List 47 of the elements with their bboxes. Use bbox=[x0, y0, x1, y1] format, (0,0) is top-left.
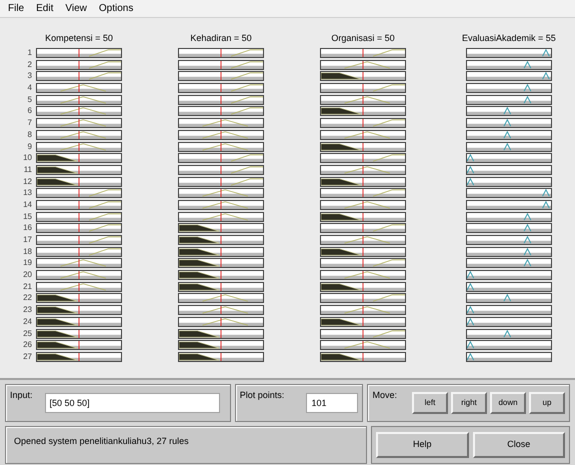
rule-number: 25 bbox=[22, 328, 32, 338]
rule-number: 9 bbox=[26, 142, 32, 152]
variable-title: Kompetensi = 50 bbox=[45, 32, 113, 45]
rule-number: 26 bbox=[22, 340, 32, 350]
rule-number: 16 bbox=[22, 223, 32, 234]
rule-number: 14 bbox=[22, 200, 32, 210]
rule-number: 17 bbox=[22, 235, 32, 245]
move-button[interactable]: down bbox=[490, 392, 526, 414]
rule-number: 2 bbox=[26, 60, 32, 70]
rule-number: 13 bbox=[22, 188, 32, 198]
variable-title: Organisasi = 50 bbox=[331, 32, 395, 45]
variable-title: Kehadiran = 50 bbox=[190, 32, 252, 45]
rule-number: 20 bbox=[22, 270, 32, 280]
dialog-button[interactable]: Close bbox=[472, 432, 565, 458]
plot-points-label: Plot points: bbox=[240, 389, 284, 402]
move-button[interactable]: left bbox=[412, 392, 448, 414]
rule-number: 12 bbox=[22, 176, 32, 187]
rule-number: 8 bbox=[26, 130, 32, 140]
move-button[interactable]: right bbox=[451, 392, 487, 414]
rule-number: 18 bbox=[22, 246, 32, 257]
rule-number: 27 bbox=[22, 352, 32, 362]
status-message: Opened system penelitiankuliahu3, 27 rules bbox=[5, 426, 367, 464]
variable-title: EvaluasiAkademik = 55 bbox=[462, 32, 556, 45]
plot-points-field[interactable]: 101 bbox=[306, 393, 358, 413]
rule-number: 7 bbox=[26, 118, 32, 128]
move-button[interactable]: up bbox=[529, 392, 565, 414]
rule-number: 3 bbox=[26, 71, 32, 82]
rule-number: 19 bbox=[22, 258, 32, 268]
menu-item[interactable]: Options bbox=[98, 1, 134, 16]
rule-number: 10 bbox=[22, 153, 32, 164]
rule-number: 5 bbox=[26, 94, 32, 105]
rule-number: 15 bbox=[22, 212, 32, 222]
rule-number: 1 bbox=[26, 48, 32, 58]
rule-number: 11 bbox=[22, 164, 32, 175]
move-label: Move: bbox=[372, 389, 397, 402]
input-label: Input: bbox=[10, 389, 33, 402]
menu-item[interactable]: Edit bbox=[36, 1, 54, 16]
rule-number: 21 bbox=[22, 282, 32, 292]
rule-number: 23 bbox=[22, 305, 32, 316]
dialog-button[interactable]: Help bbox=[376, 432, 468, 458]
input-field[interactable]: [50 50 50] bbox=[44, 393, 220, 413]
rule-number: 22 bbox=[22, 293, 32, 304]
menu-item[interactable]: View bbox=[65, 1, 87, 16]
rule-number: 24 bbox=[22, 316, 32, 327]
menu-item[interactable]: File bbox=[8, 1, 24, 16]
rule-number: 6 bbox=[26, 106, 32, 116]
rule-number: 4 bbox=[26, 83, 32, 94]
